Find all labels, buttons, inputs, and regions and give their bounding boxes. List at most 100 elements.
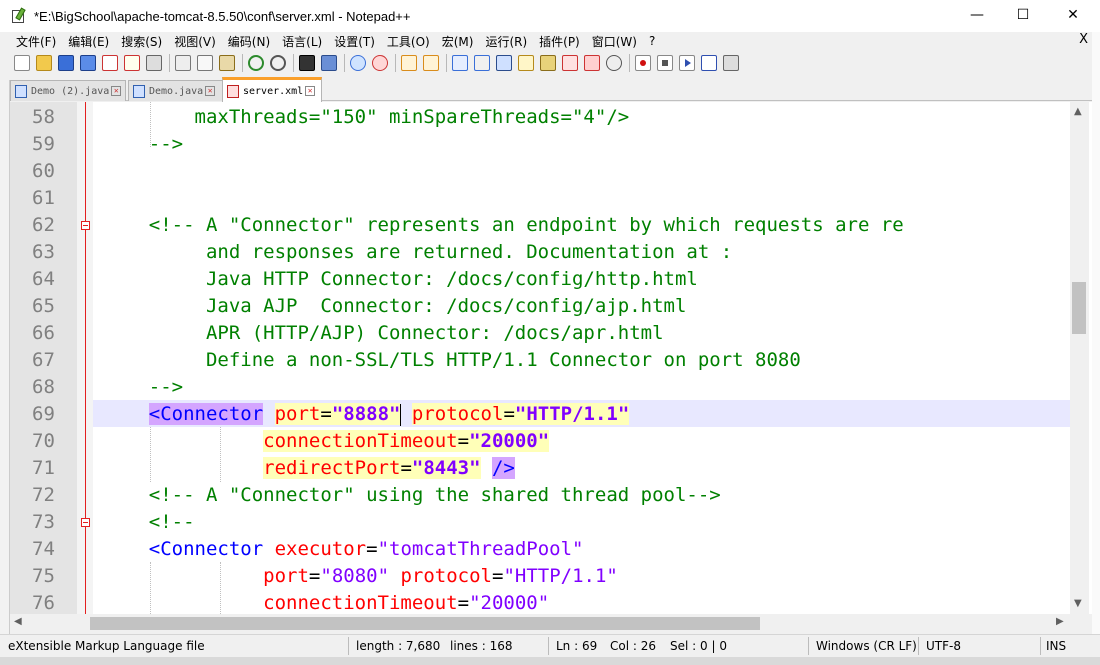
close-window-button[interactable]: ✕ — [1050, 0, 1096, 30]
code-line[interactable]: <!-- A "Connector" represents an endpoin… — [103, 212, 904, 239]
code-line[interactable]: --> — [103, 131, 183, 158]
scroll-left-icon[interactable]: ◀ — [14, 616, 22, 627]
code-line[interactable]: Java HTTP Connector: /docs/config/http.h… — [103, 266, 698, 293]
maximize-button[interactable]: ☐ — [1000, 0, 1046, 30]
close-all-icon[interactable] — [124, 55, 140, 71]
tab-label: Demo.java — [149, 85, 204, 97]
save-macro-icon[interactable] — [723, 55, 739, 71]
code-line[interactable]: maxThreads="150" minSpareThreads="4"/> — [103, 104, 630, 131]
background-window-bottom — [0, 657, 1100, 665]
minimize-button[interactable]: — — [954, 0, 1000, 30]
code-line[interactable]: connectionTimeout="20000" — [103, 428, 550, 455]
open-file-icon[interactable] — [36, 55, 52, 71]
zoom-out-icon[interactable] — [372, 55, 388, 71]
menu-language[interactable]: 语言(L) — [276, 33, 328, 50]
menu-tools[interactable]: 工具(O) — [381, 33, 436, 50]
code-line[interactable]: <!-- — [103, 509, 195, 536]
menu-help[interactable]: ? — [643, 34, 661, 48]
code-line[interactable]: <!-- A "Connector" using the shared thre… — [103, 482, 721, 509]
tab-demo-2-java[interactable]: Demo (2).java ✕ — [10, 80, 126, 101]
udl-icon[interactable] — [518, 55, 534, 71]
save-icon[interactable] — [58, 55, 74, 71]
line-number: 64 — [32, 268, 55, 290]
close-document-button[interactable]: X — [1079, 32, 1088, 47]
zoom-in-icon[interactable] — [350, 55, 366, 71]
line-number: 62 — [32, 214, 55, 236]
code-line[interactable]: Define a non-SSL/TLS HTTP/1.1 Connector … — [103, 347, 801, 374]
save-all-icon[interactable] — [80, 55, 96, 71]
fold-toggle-icon[interactable] — [81, 221, 90, 230]
notepadpp-app-icon[interactable] — [10, 7, 26, 24]
code-line[interactable]: and responses are returned. Documentatio… — [103, 239, 732, 266]
redo-icon[interactable] — [270, 55, 286, 71]
code-line[interactable]: port="8080" protocol="HTTP/1.1" — [103, 563, 618, 590]
scroll-up-icon[interactable]: ▲ — [1074, 106, 1082, 117]
paste-icon[interactable] — [219, 55, 235, 71]
menu-run[interactable]: 运行(R) — [479, 33, 533, 50]
scroll-right-icon[interactable]: ▶ — [1056, 616, 1064, 627]
code-line[interactable]: Java AJP Connector: /docs/config/ajp.htm… — [103, 293, 686, 320]
toolbar-separator — [395, 54, 396, 72]
vertical-scrollbar[interactable]: ▲ ▼ — [1070, 102, 1089, 614]
menu-plugins[interactable]: 插件(P) — [533, 33, 586, 50]
status-separator — [348, 637, 349, 655]
new-file-icon[interactable] — [14, 55, 30, 71]
undo-icon[interactable] — [248, 55, 264, 71]
equals-sign: = — [400, 457, 412, 479]
equals-sign: = — [457, 430, 470, 452]
play-macro-icon[interactable] — [679, 55, 695, 71]
horizontal-scroll-thumb[interactable] — [90, 617, 760, 630]
code-line[interactable]: <Connector executor="tomcatThreadPool" — [103, 536, 584, 563]
sync-v-icon[interactable] — [401, 55, 417, 71]
fold-toggle-icon[interactable] — [81, 518, 90, 527]
sync-h-icon[interactable] — [423, 55, 439, 71]
vertical-scroll-thumb[interactable] — [1072, 282, 1086, 334]
code-line[interactable]: redirectPort="8443" /> — [103, 455, 515, 482]
code-editor[interactable]: 58 maxThreads="150" minSpareThreads="4"/… — [10, 102, 1092, 614]
status-encoding[interactable]: UTF-8 — [926, 639, 961, 653]
menu-macro[interactable]: 宏(M) — [436, 33, 480, 50]
indent-guide-icon[interactable] — [496, 55, 512, 71]
menu-settings[interactable]: 设置(T) — [328, 33, 381, 50]
wrap-icon[interactable] — [452, 55, 468, 71]
monitor-icon[interactable] — [606, 55, 622, 71]
menu-edit[interactable]: 编辑(E) — [62, 33, 115, 50]
equals-sign: = — [308, 565, 321, 587]
all-chars-icon[interactable] — [474, 55, 490, 71]
replace-icon[interactable] — [321, 55, 337, 71]
code-line[interactable]: <Connector port="8888" protocol="HTTP/1.… — [103, 401, 630, 428]
scroll-down-icon[interactable]: ▼ — [1074, 598, 1082, 609]
menu-view[interactable]: 视图(V) — [168, 33, 222, 50]
code-line[interactable]: --> — [103, 374, 183, 401]
code-line[interactable]: connectionTimeout="20000" — [103, 590, 549, 614]
run-macro-multiple-icon[interactable] — [701, 55, 717, 71]
menu-file[interactable]: 文件(F) — [10, 33, 62, 50]
line-number: 63 — [32, 241, 55, 263]
tab-close-icon[interactable]: ✕ — [111, 86, 122, 96]
tab-server-xml[interactable]: server.xml ✕ — [222, 77, 322, 102]
record-macro-icon[interactable] — [635, 55, 651, 71]
code-line[interactable]: APR (HTTP/AJP) Connector: /docs/apr.html — [103, 320, 664, 347]
menu-search[interactable]: 搜索(S) — [115, 33, 168, 50]
close-icon[interactable] — [102, 55, 118, 71]
function-list-icon[interactable] — [562, 55, 578, 71]
line-number: 60 — [32, 160, 55, 182]
menu-encoding[interactable]: 编码(N) — [222, 33, 276, 50]
status-insert-mode[interactable]: INS — [1046, 639, 1066, 653]
tab-demo-java[interactable]: Demo.java ✕ — [128, 80, 226, 101]
status-eol[interactable]: Windows (CR LF) — [816, 639, 917, 653]
menu-window[interactable]: 窗口(W) — [586, 33, 643, 50]
tab-close-icon[interactable]: ✕ — [305, 86, 316, 96]
print-icon[interactable] — [146, 55, 162, 71]
comment-text: Java AJP Connector: /docs/config/ajp.htm… — [103, 295, 687, 317]
stop-macro-icon[interactable] — [657, 55, 673, 71]
cut-icon[interactable] — [175, 55, 191, 71]
copy-icon[interactable] — [197, 55, 213, 71]
tab-close-icon[interactable]: ✕ — [205, 86, 216, 96]
doc-map-icon[interactable] — [540, 55, 556, 71]
horizontal-scrollbar[interactable]: ◀ ▶ — [10, 614, 1070, 633]
status-length: length : 7,680 — [356, 639, 441, 653]
java-file-icon — [15, 84, 27, 98]
find-icon[interactable] — [299, 55, 315, 71]
folder-workspace-icon[interactable] — [584, 55, 600, 71]
